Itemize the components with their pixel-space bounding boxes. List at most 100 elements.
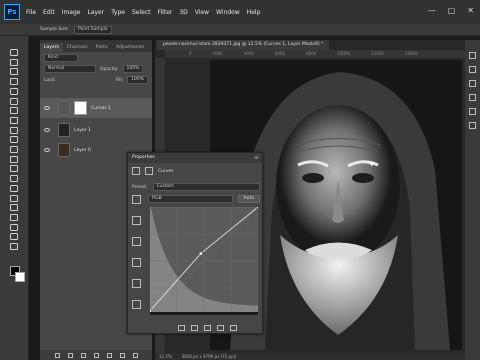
- menu-edit[interactable]: Edit: [43, 9, 55, 16]
- clip-icon[interactable]: [178, 325, 185, 331]
- view-previous-icon[interactable]: [191, 325, 198, 331]
- fill-field[interactable]: 100%: [127, 76, 148, 84]
- lasso-tool-icon[interactable]: [8, 67, 20, 76]
- status-bar: 12.5% 3840 px x 4799 px (72 ppi): [155, 353, 465, 360]
- curve-control-point[interactable]: [256, 207, 259, 209]
- photoshop-logo: Ps: [4, 4, 20, 20]
- collapsed-panels-strip: [465, 40, 480, 360]
- visibility-eye-icon[interactable]: [44, 106, 50, 110]
- zoom-level[interactable]: 12.5%: [159, 353, 172, 360]
- quick-select-tool-icon[interactable]: [8, 77, 20, 86]
- frame-tool-icon[interactable]: [8, 97, 20, 106]
- character-panel-icon[interactable]: [469, 108, 476, 115]
- menu-help[interactable]: Help: [247, 9, 261, 16]
- sample-size-select[interactable]: Point Sample: [74, 25, 112, 34]
- zoom-tool-icon[interactable]: [8, 242, 20, 251]
- group-icon[interactable]: [106, 352, 112, 358]
- eyedropper-tool-icon[interactable]: [8, 106, 20, 115]
- eraser-tool-icon[interactable]: [8, 155, 20, 164]
- close-button[interactable]: ✕: [467, 6, 474, 15]
- visibility-eye-icon[interactable]: [44, 128, 50, 132]
- menu-layer[interactable]: Layer: [87, 9, 104, 16]
- layer-row-curves[interactable]: Curves 1: [40, 98, 152, 118]
- marquee-tool-icon[interactable]: [8, 58, 20, 67]
- menu-file[interactable]: File: [26, 9, 36, 16]
- auto-button[interactable]: Auto: [237, 195, 260, 203]
- dodge-tool-icon[interactable]: [8, 184, 20, 193]
- menu-window[interactable]: Window: [216, 9, 240, 16]
- curve-control-point[interactable]: [150, 309, 152, 313]
- color-panel-icon[interactable]: [469, 66, 476, 73]
- rectangle-tool-icon[interactable]: [8, 223, 20, 232]
- blend-mode-select[interactable]: Normal: [44, 65, 96, 73]
- visibility-eye-icon[interactable]: [44, 148, 50, 152]
- tab-layers[interactable]: Layers: [40, 43, 63, 52]
- ruler-tick-label: 8000: [306, 51, 317, 56]
- curve-graph[interactable]: [150, 207, 258, 315]
- tab-adjustments[interactable]: Adjustments: [112, 43, 148, 52]
- curve-point-icon[interactable]: [132, 279, 141, 288]
- black-eyedropper-icon[interactable]: [132, 216, 141, 225]
- mask-icon[interactable]: [145, 167, 153, 175]
- brush-tool-icon[interactable]: [8, 126, 20, 135]
- menu-items: File Edit Image Layer Type Select Filter 3D View…: [26, 9, 267, 16]
- delete-icon[interactable]: [230, 325, 237, 331]
- preset-label: Preset:: [132, 184, 148, 190]
- path-select-tool-icon[interactable]: [8, 213, 20, 222]
- menu-select[interactable]: Select: [132, 9, 151, 16]
- paragraph-panel-icon[interactable]: [469, 94, 476, 101]
- stamp-tool-icon[interactable]: [8, 135, 20, 144]
- preset-select[interactable]: Custom: [152, 183, 260, 191]
- swatches-panel-icon[interactable]: [469, 80, 476, 87]
- layer-name: Curves 1: [91, 105, 111, 111]
- link-icon[interactable]: [54, 352, 60, 358]
- mask-icon[interactable]: [80, 352, 86, 358]
- white-eyedropper-icon[interactable]: [132, 258, 141, 267]
- curve-control-point[interactable]: [199, 251, 203, 256]
- trash-icon[interactable]: [132, 352, 138, 358]
- kind-filter-select[interactable]: Kind: [44, 54, 78, 62]
- visibility-icon[interactable]: [217, 325, 224, 331]
- history-panel-icon[interactable]: [469, 52, 476, 59]
- blend-row: Normal Opacity: 100%: [40, 65, 152, 73]
- ruler-tick-label: 6000: [274, 51, 286, 56]
- menu-view[interactable]: View: [195, 9, 209, 16]
- history-brush-tool-icon[interactable]: [8, 145, 20, 154]
- brush-settings-panel-icon[interactable]: [469, 122, 476, 129]
- menu-3d[interactable]: 3D: [179, 9, 187, 16]
- menu-filter[interactable]: Filter: [158, 9, 173, 16]
- document-tab[interactable]: pexels-nasimul-islam-2839371.jpg @ 12.5%…: [157, 40, 330, 50]
- properties-title[interactable]: Properties: [128, 153, 262, 163]
- reset-icon[interactable]: [204, 325, 211, 331]
- tab-paths[interactable]: Paths: [92, 43, 112, 52]
- new-layer-icon[interactable]: [119, 352, 125, 358]
- gray-eyedropper-icon[interactable]: [132, 237, 141, 246]
- adjustment-icon[interactable]: [93, 352, 99, 358]
- menu-type[interactable]: Type: [111, 9, 125, 16]
- crop-tool-icon[interactable]: [8, 87, 20, 96]
- panel-menu-icon[interactable]: ≡: [254, 154, 259, 161]
- channel-select[interactable]: RGB: [148, 195, 233, 203]
- opacity-field[interactable]: 100%: [122, 65, 144, 73]
- layer-row-layer1[interactable]: Layer 1: [40, 120, 152, 140]
- type-tool-icon[interactable]: [8, 203, 20, 212]
- background-color-swatch[interactable]: [15, 272, 25, 282]
- hand-tool-icon[interactable]: [8, 232, 20, 241]
- blur-tool-icon[interactable]: [8, 174, 20, 183]
- fx-icon[interactable]: [67, 352, 73, 358]
- gradient-tool-icon[interactable]: [8, 164, 20, 173]
- target-adjust-icon[interactable]: [132, 195, 141, 204]
- minimize-button[interactable]: —: [428, 6, 436, 15]
- ruler-tick-label: 10000: [337, 51, 351, 56]
- opacity-label: Opacity:: [100, 66, 119, 72]
- maximize-button[interactable]: ▢: [448, 6, 456, 15]
- move-tool-icon[interactable]: [8, 48, 20, 57]
- healing-tool-icon[interactable]: [8, 116, 20, 125]
- layer-thumbnail: [58, 143, 70, 157]
- channel-row: RGB Auto: [148, 195, 260, 203]
- menu-image[interactable]: Image: [62, 9, 81, 16]
- pen-tool-icon[interactable]: [8, 194, 20, 203]
- pencil-icon[interactable]: [132, 300, 141, 309]
- layer-mask-thumbnail[interactable]: [74, 101, 87, 115]
- tab-channels[interactable]: Channels: [63, 43, 92, 52]
